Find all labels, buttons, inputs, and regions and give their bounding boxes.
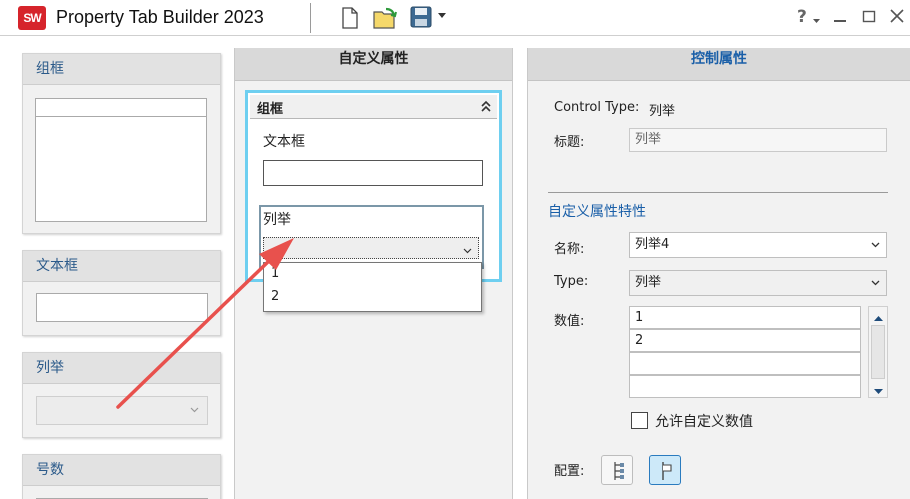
annotation-arrow-icon [116, 238, 294, 409]
